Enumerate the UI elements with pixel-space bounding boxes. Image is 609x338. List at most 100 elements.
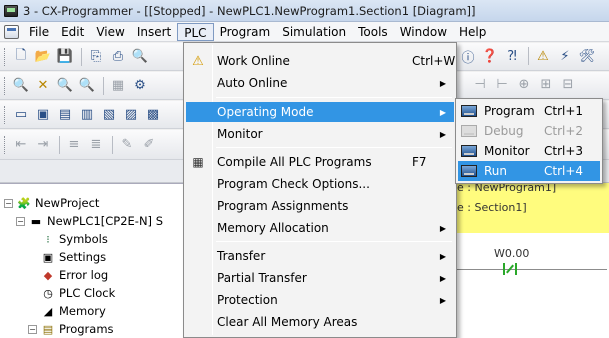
menu-item-partial-transfer[interactable]: Partial Transfer ▶ xyxy=(186,268,454,288)
zoom-icon[interactable]: 🔍 xyxy=(11,76,31,96)
submenu-arrow-icon: ▶ xyxy=(439,295,446,305)
toolbar-separator xyxy=(81,47,82,66)
collapse-icon[interactable]: − xyxy=(28,324,37,334)
cross-ref-icon[interactable]: ▨ xyxy=(121,105,141,125)
document-window-icon[interactable] xyxy=(4,24,19,39)
indent-icon[interactable]: ⇤ xyxy=(11,135,31,155)
menu-view[interactable]: View xyxy=(90,23,130,41)
properties-icon[interactable]: ▩ xyxy=(143,105,163,125)
new-file-icon[interactable]: 🗋 xyxy=(11,47,31,67)
programs-icon: ▤ xyxy=(42,322,54,336)
clock-icon: ◷ xyxy=(43,286,53,300)
output-window-icon[interactable]: ▣ xyxy=(33,105,53,125)
submenu-item-debug[interactable]: Debug Ctrl+2 xyxy=(458,121,600,141)
instruction-icon[interactable]: ⊟ xyxy=(558,74,578,94)
zoom-out-icon[interactable]: 🔍 xyxy=(77,76,97,96)
menu-item-memory-allocation[interactable]: Memory Allocation ▶ xyxy=(186,218,454,238)
instruction-icon[interactable]: ⊞ xyxy=(536,74,556,94)
context-help-icon[interactable]: ⁈ xyxy=(502,46,522,66)
zoom-in-icon[interactable]: 🔍 xyxy=(55,76,75,96)
toolbar-grip[interactable] xyxy=(4,76,7,95)
menu-tools[interactable]: Tools xyxy=(352,23,394,41)
print-icon[interactable]: ⎙ xyxy=(108,47,128,67)
menu-window[interactable]: Window xyxy=(394,23,453,41)
menu-item-program-check[interactable]: Program Check Options... xyxy=(186,174,454,194)
collapse-icon[interactable]: − xyxy=(16,216,25,226)
tree-item-symbols[interactable]: ⁝ Symbols xyxy=(40,230,108,248)
toolbar-separator xyxy=(59,135,60,154)
next-bookmark-icon[interactable]: ✐ xyxy=(139,135,159,155)
menu-item-operating-mode[interactable]: Operating Mode ▶ xyxy=(186,102,454,122)
work-online-toolbar-icon[interactable]: ⚠ xyxy=(533,46,553,66)
info-icon[interactable]: ⓘ xyxy=(458,46,478,66)
menu-plc[interactable]: PLC xyxy=(177,22,214,41)
menu-separator xyxy=(216,147,452,148)
menu-insert[interactable]: Insert xyxy=(131,23,177,41)
tree-item-memory[interactable]: ◢ Memory xyxy=(40,302,106,320)
menu-item-compile-all[interactable]: ▦ Compile All PLC Programs F7 xyxy=(186,152,454,172)
contact-icon[interactable]: ⊣ xyxy=(470,74,490,94)
tree-label: Error log xyxy=(59,268,109,282)
tree-item-settings[interactable]: ▣ Settings xyxy=(40,248,106,266)
bookmark-icon[interactable]: ✎ xyxy=(117,135,137,155)
contact-symbol[interactable] xyxy=(503,263,517,275)
print-preview-icon[interactable]: 🔍 xyxy=(130,47,150,67)
uncomment-icon[interactable]: ≣ xyxy=(86,135,106,155)
tree-item-error-log[interactable]: ◆ Error log xyxy=(40,266,108,284)
help-icon[interactable]: ❓ xyxy=(480,46,500,66)
menu-edit[interactable]: Edit xyxy=(55,23,90,41)
menu-item-transfer[interactable]: Transfer ▶ xyxy=(186,246,454,266)
submenu-item-program[interactable]: Program Ctrl+1 xyxy=(458,101,600,121)
tree-item-programs[interactable]: − ▤ Programs xyxy=(28,320,114,338)
tree-label: Settings xyxy=(59,250,107,264)
menu-item-label: Auto Online xyxy=(217,76,288,90)
menu-item-program-assignments[interactable]: Program Assignments xyxy=(186,196,454,216)
menu-program[interactable]: Program xyxy=(214,23,277,41)
tree-item-project[interactable]: − 🧩 NewProject xyxy=(4,194,99,212)
comment-icon[interactable]: ≡ xyxy=(64,135,84,155)
menu-item-protection[interactable]: Protection ▶ xyxy=(186,290,454,310)
tree-label: Memory xyxy=(59,304,106,318)
outdent-icon[interactable]: ⇥ xyxy=(33,135,53,155)
toolbar-grip[interactable] xyxy=(4,135,7,154)
menu-item-auto-online[interactable]: Auto Online ▶ xyxy=(186,73,454,93)
menu-item-clear-memory[interactable]: Clear All Memory Areas xyxy=(186,312,454,332)
menu-item-shortcut: F7 xyxy=(412,155,427,169)
submenu-arrow-icon: ▶ xyxy=(439,129,446,139)
address-window-icon[interactable]: ▥ xyxy=(77,105,97,125)
find-icon[interactable]: ⚙ xyxy=(130,76,150,96)
submenu-item-label: Run xyxy=(484,164,508,178)
toolbar-separator xyxy=(103,76,104,95)
program-mode-icon xyxy=(458,105,480,117)
online-edit-icon[interactable]: ⚡ xyxy=(555,46,575,66)
menu-file[interactable]: File xyxy=(23,23,55,41)
io-table-icon[interactable]: ▧ xyxy=(99,105,119,125)
menu-item-label: Partial Transfer xyxy=(217,271,307,285)
tree-item-plc[interactable]: − ▬ NewPLC1[CP2E-N] S xyxy=(16,212,163,230)
toolbar-grip[interactable] xyxy=(4,47,7,66)
error-log-icon: ◆ xyxy=(43,268,53,282)
copy-icon[interactable]: ⎘ xyxy=(86,47,106,67)
toolbar-grip[interactable] xyxy=(4,105,7,124)
coil-icon[interactable]: ⊕ xyxy=(514,74,534,94)
online-tool-icon[interactable]: 🛠 xyxy=(577,46,597,66)
settings-icon: ▣ xyxy=(42,250,54,264)
zoom-to-fit-icon[interactable]: ✕ xyxy=(33,76,53,96)
menu-simulation[interactable]: Simulation xyxy=(276,23,352,41)
menu-item-work-online[interactable]: ⚠ Work Online Ctrl+W xyxy=(186,51,455,71)
submenu-item-shortcut: Ctrl+2 xyxy=(544,124,584,138)
open-folder-icon[interactable]: 📂 xyxy=(33,47,53,67)
grid-icon[interactable]: ▦ xyxy=(108,76,128,96)
submenu-item-monitor[interactable]: Monitor Ctrl+3 xyxy=(458,141,600,161)
save-icon[interactable]: 💾 xyxy=(55,47,75,67)
compile-icon: ▦ xyxy=(192,155,204,169)
project-window-icon[interactable]: ▭ xyxy=(11,105,31,125)
submenu-item-run[interactable]: Run Ctrl+4 xyxy=(458,161,600,181)
collapse-icon[interactable]: − xyxy=(4,198,13,208)
watch-window-icon[interactable]: ▤ xyxy=(55,105,75,125)
menu-help[interactable]: Help xyxy=(453,23,492,41)
menu-item-monitor[interactable]: Monitor ▶ xyxy=(186,124,454,144)
closed-contact-icon[interactable]: ⊢ xyxy=(492,74,512,94)
tree-item-plc-clock[interactable]: ◷ PLC Clock xyxy=(40,284,115,302)
menu-item-label: Transfer xyxy=(217,249,266,263)
